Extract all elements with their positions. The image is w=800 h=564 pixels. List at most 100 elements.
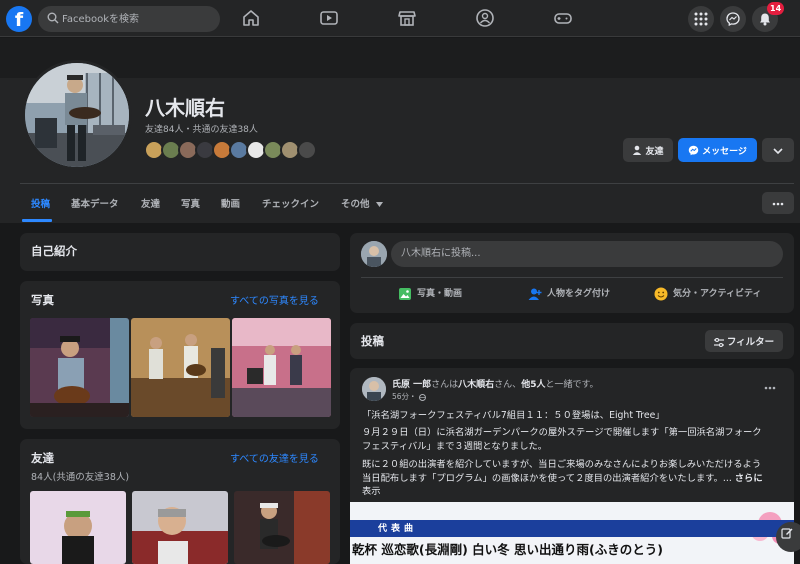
message-button-label: メッセージ <box>702 145 747 156</box>
friend-count[interactable]: 友達84人・共通の友達38人 <box>145 122 258 135</box>
messenger-icon <box>726 12 740 26</box>
post-author-avatar[interactable] <box>362 377 386 401</box>
friends-button-label: 友達 <box>645 145 664 156</box>
profile-more-button[interactable] <box>762 138 794 162</box>
globe-icon <box>418 393 426 401</box>
author-photo <box>362 377 386 401</box>
photo-video-button[interactable]: 写真・動画 <box>398 285 462 303</box>
all-photos-link[interactable]: すべての写真を見る <box>230 292 319 307</box>
tab-about[interactable]: 基本データ <box>71 196 119 210</box>
friends-subtitle: 84人(共通の友達38人) <box>31 472 130 483</box>
post-text-line: 当日配布します「プログラム」の画像ほかを使って２度目の出演者紹介をいたします。.… <box>362 470 763 484</box>
post-text-line: ９月２９日（日）に浜名湖ガーデンパークの屋外ステージで開催します「第一回浜名湖フ… <box>362 427 762 438</box>
friends-title: 友達 <box>31 451 54 465</box>
tab-more-label: その他 <box>341 199 370 210</box>
caret-down-icon <box>375 202 383 207</box>
friend-photo <box>234 491 330 564</box>
messenger-button[interactable] <box>720 6 746 32</box>
post-text-line: フェスティバル」まで３週間となりました。 <box>362 441 548 452</box>
photo-thumbnail[interactable] <box>30 318 129 417</box>
image-label: 代表曲 <box>378 524 418 534</box>
tab-posts[interactable]: 投稿 <box>31 196 50 210</box>
feeling-activity-button[interactable]: 気分・アクティビティ <box>654 285 761 303</box>
groups-icon[interactable] <box>474 7 496 29</box>
cover-photo <box>0 38 800 78</box>
photo-thumbnail[interactable] <box>232 318 331 417</box>
active-tab-indicator <box>22 219 52 222</box>
home-icon[interactable] <box>240 7 262 29</box>
post-image[interactable]: 代表曲 乾杯 巡恋歌(長淵剛) 白い冬 思い出通り雨(ふきのとう) <box>350 502 794 564</box>
friend-thumbnail[interactable] <box>30 491 126 564</box>
post-meta: 56分・ <box>392 391 426 402</box>
photo-band <box>131 318 230 417</box>
post-options-button[interactable] <box>764 380 776 393</box>
friend-icon <box>633 145 642 155</box>
see-more-link[interactable]: さらに <box>735 473 763 484</box>
post-text-fragment: 当日配布します「プログラム」の画像ほかを使って２度目の出演者紹介をいたします。.… <box>362 473 732 484</box>
tag-people-button[interactable]: 人物をタグ付け <box>528 285 610 303</box>
marketplace-icon[interactable] <box>396 7 418 29</box>
tab-friends[interactable]: 友達 <box>141 196 160 210</box>
user-photo <box>361 241 387 267</box>
mutual-friends-avatars <box>144 140 317 162</box>
post-with-text: と一緒です。 <box>545 380 599 390</box>
filter-icon <box>713 337 724 348</box>
search-icon <box>47 12 59 24</box>
image-songs: 乾杯 巡恋歌(長淵剛) 白い冬 思い出通り雨(ふきのとう) <box>352 542 663 557</box>
smiley-icon <box>654 287 668 300</box>
profile-name: 八木順右 <box>145 96 225 120</box>
gaming-icon[interactable] <box>552 7 574 29</box>
feeling-activity-label: 気分・アクティビティ <box>673 289 762 299</box>
friends-button[interactable]: 友達 <box>623 138 673 162</box>
post-with-text: さんは <box>431 380 459 390</box>
tab-videos[interactable]: 動画 <box>221 196 240 210</box>
photo-icon <box>399 287 411 300</box>
tab-more[interactable]: その他 <box>341 196 383 210</box>
friend-thumbnail[interactable] <box>234 491 330 564</box>
friend-photo <box>132 491 228 564</box>
composer-avatar <box>361 241 387 267</box>
post-text-line: 既に２０組の出演者を紹介していますが、当日ご来場のみなさんによりお楽しみいただけ… <box>362 459 762 470</box>
tabs-divider <box>20 183 794 184</box>
post-time[interactable]: 56分・ <box>392 392 417 401</box>
search-input[interactable] <box>62 6 212 32</box>
photos-card: 写真 すべての写真を見る <box>20 281 340 429</box>
post-author-name[interactable]: 氏原 一郎 <box>392 380 431 390</box>
friend-avatar[interactable] <box>297 140 317 160</box>
intro-card: 自己紹介 <box>20 233 340 271</box>
video-icon[interactable] <box>318 7 340 29</box>
search-box[interactable] <box>38 6 220 32</box>
profile-avatar[interactable] <box>22 60 132 170</box>
more-horizontal-icon <box>764 386 776 390</box>
notification-badge: 14 <box>767 2 785 15</box>
tabs-more-options-button[interactable] <box>762 192 794 214</box>
top-navigation-bar: f Facebookを検索 14 <box>0 0 800 37</box>
menu-grid-button[interactable] <box>688 6 714 32</box>
post-others-link[interactable]: 他5人 <box>521 380 545 390</box>
photos-title: 写真 <box>31 293 54 307</box>
intro-title: 自己紹介 <box>31 244 77 258</box>
tab-checkins[interactable]: チェックイン <box>262 196 319 210</box>
tag-person-icon <box>528 288 542 300</box>
post-text-line: 「浜名湖フォークフェスティバル7組目１１：５０登場は、Eight Tree」 <box>362 410 665 421</box>
message-button[interactable]: メッセージ <box>678 138 757 162</box>
edit-icon <box>781 528 793 539</box>
friend-thumbnail[interactable] <box>132 491 228 564</box>
facebook-logo[interactable]: f <box>6 6 32 32</box>
see-more-link-2[interactable]: 表示 <box>362 483 381 497</box>
post-header: 氏原 一郎さんは八木順右さん、他5人と一緒です。 <box>392 377 732 390</box>
more-horizontal-icon <box>772 202 784 205</box>
post-tagged-name[interactable]: 八木順右 <box>458 380 494 390</box>
friends-card: 友達 すべての友達を見る 84人(共通の友達38人) <box>20 439 340 564</box>
filter-button[interactable]: フィルター <box>705 330 783 352</box>
posts-title: 投稿 <box>361 334 384 348</box>
composer-input[interactable]: 八木順右に投稿... <box>391 241 783 267</box>
photo-thumbnail[interactable] <box>131 318 230 417</box>
new-message-button[interactable] <box>776 522 800 552</box>
composer-divider <box>361 277 783 278</box>
tab-photos[interactable]: 写真 <box>181 196 200 210</box>
all-friends-link[interactable]: すべての友達を見る <box>230 450 319 465</box>
post-with-text: さん、 <box>494 380 522 390</box>
friend-photo <box>30 491 126 564</box>
messenger-icon <box>688 145 699 155</box>
